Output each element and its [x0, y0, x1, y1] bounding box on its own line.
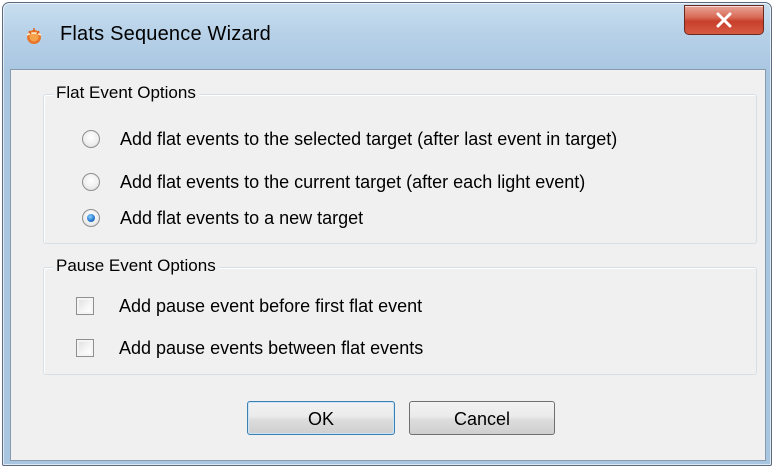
title-bar[interactable]: Flats Sequence Wizard	[3, 3, 771, 69]
checkbox[interactable]	[76, 297, 94, 315]
checkbox-option-label: Add pause events between flat events	[119, 338, 424, 358]
close-button[interactable]	[684, 5, 764, 35]
pause-event-options-legend: Pause Event Options	[53, 256, 219, 276]
radio-option-label: Add flat events to the selected target (…	[120, 129, 618, 149]
checkbox[interactable]	[76, 339, 94, 357]
radio-option-label: Add flat events to a new target	[120, 208, 364, 228]
dialog-window: Flats Sequence Wizard Flat Event Options…	[2, 2, 772, 466]
close-x-icon	[716, 12, 732, 28]
flat-event-options-group: Flat Event Options Add flat events to th…	[43, 83, 757, 244]
dialog-content: Flat Event Options Add flat events to th…	[10, 69, 766, 461]
radio-button-selected[interactable]	[82, 209, 100, 227]
ok-button[interactable]: OK	[247, 401, 395, 435]
radio-button[interactable]	[82, 130, 100, 148]
radio-option-label: Add flat events to the current target (a…	[120, 172, 586, 192]
pause-event-options-group: Pause Event Options Add pause event befo…	[43, 256, 757, 375]
window-title: Flats Sequence Wizard	[60, 23, 271, 45]
flat-event-options-legend: Flat Event Options	[53, 83, 199, 103]
checkbox-option-label: Add pause event before first flat event	[119, 296, 423, 316]
flame-sun-icon	[24, 26, 44, 46]
cancel-button[interactable]: Cancel	[409, 401, 555, 435]
radio-button[interactable]	[82, 173, 100, 191]
